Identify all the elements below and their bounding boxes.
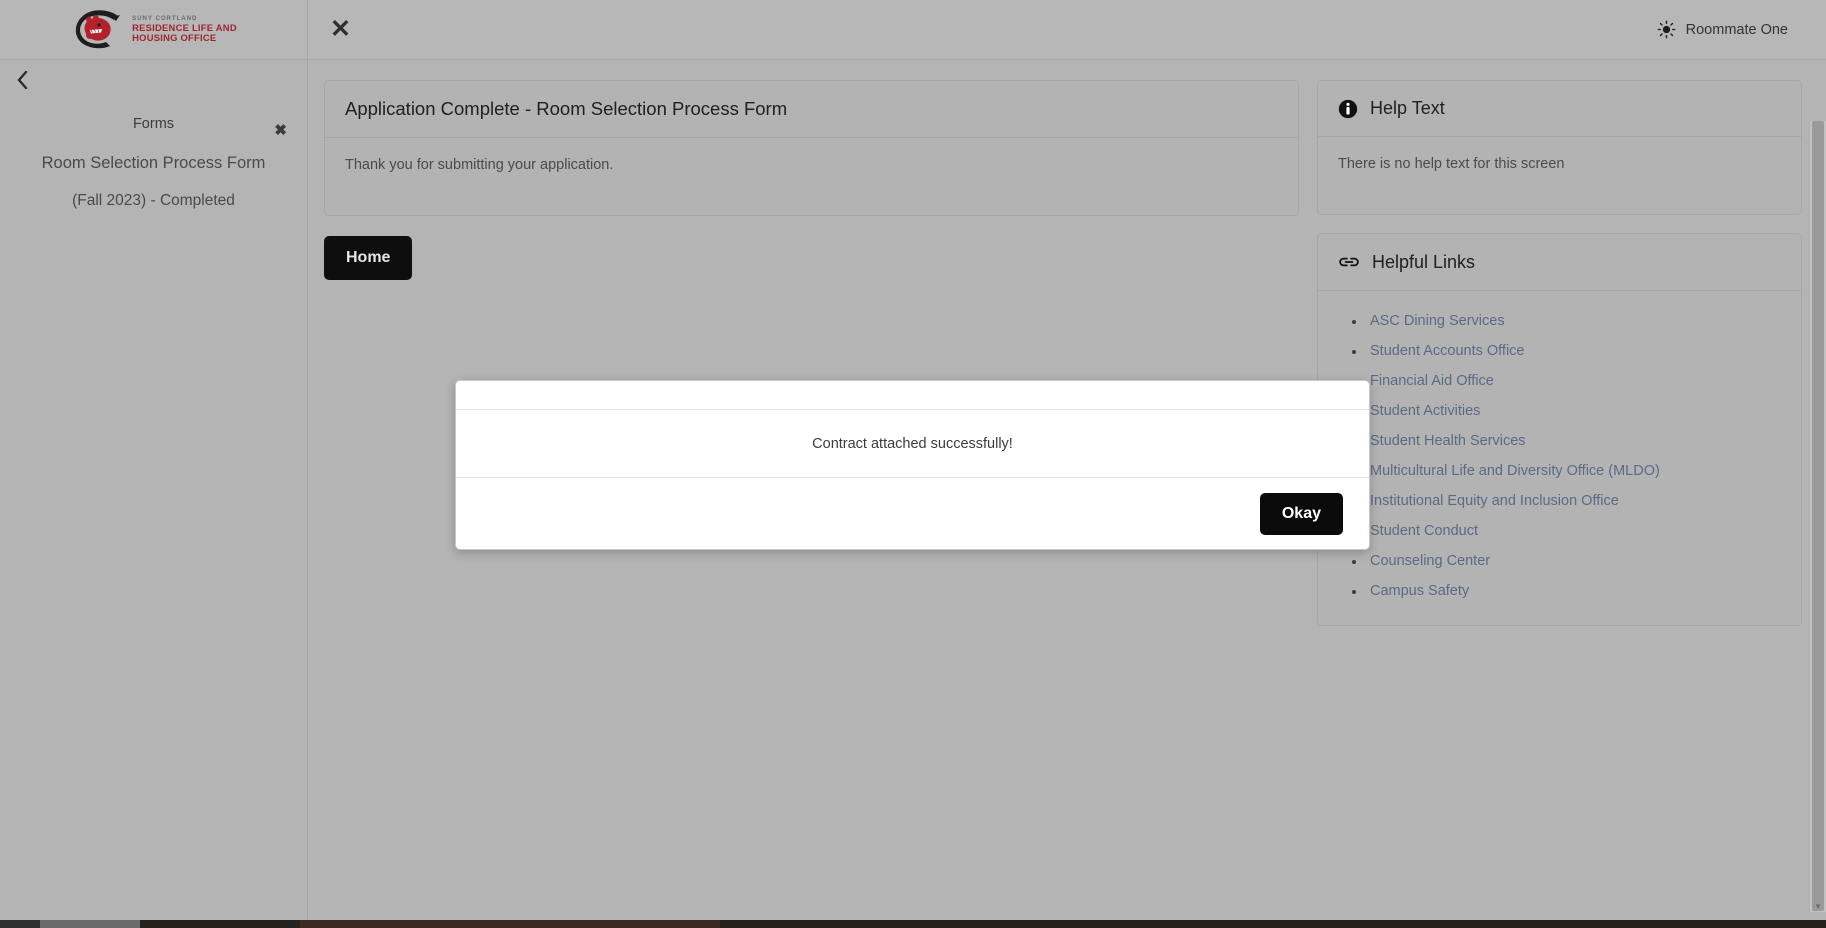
sidebar-heading: Forms bbox=[132, 116, 175, 132]
helpful-link[interactable]: Financial Aid Office bbox=[1370, 373, 1494, 389]
help-text-card-body: There is no help text for this screen bbox=[1318, 137, 1801, 214]
list-item[interactable]: Student Conduct bbox=[1338, 523, 1781, 539]
brand-zone: SUNY CORTLAND RESIDENCE LIFE AND HOUSING… bbox=[0, 0, 308, 59]
sidebar-close-icon[interactable]: ✖ bbox=[274, 121, 287, 139]
helpful-link[interactable]: Student Activities bbox=[1370, 403, 1480, 419]
top-bar: SUNY CORTLAND RESIDENCE LIFE AND HOUSING… bbox=[0, 0, 1826, 60]
link-icon bbox=[1339, 257, 1359, 267]
home-button[interactable]: Home bbox=[324, 236, 413, 280]
logo-wordmark: SUNY CORTLAND RESIDENCE LIFE AND HOUSING… bbox=[132, 15, 237, 43]
application-complete-card-header: Application Complete - Room Selection Pr… bbox=[325, 81, 1298, 138]
application-complete-card-body: Thank you for submitting your applicatio… bbox=[325, 138, 1298, 215]
sidebar: ✖ Forms Room Selection Process Form (Fal… bbox=[0, 60, 308, 920]
taskbar-active-window[interactable] bbox=[40, 920, 140, 928]
helpful-link[interactable]: Student Conduct bbox=[1370, 523, 1478, 539]
list-item[interactable]: Multicultural Life and Diversity Office … bbox=[1338, 463, 1781, 479]
list-item[interactable]: Counseling Center bbox=[1338, 553, 1781, 569]
helpful-link[interactable]: ASC Dining Services bbox=[1370, 313, 1505, 329]
help-text-card-header: Help Text bbox=[1318, 81, 1801, 137]
os-taskbar bbox=[0, 920, 1826, 928]
scrollbar-thumb[interactable] bbox=[1812, 121, 1824, 911]
helpful-links-list: ASC Dining Services Student Accounts Off… bbox=[1338, 313, 1781, 599]
helpful-link[interactable]: Counseling Center bbox=[1370, 553, 1490, 569]
list-item[interactable]: Student Health Services bbox=[1338, 433, 1781, 449]
list-item[interactable]: ASC Dining Services bbox=[1338, 313, 1781, 329]
info-icon bbox=[1338, 99, 1358, 118]
list-item[interactable]: Institutional Equity and Inclusion Offic… bbox=[1338, 493, 1781, 509]
close-icon[interactable]: ✕ bbox=[330, 17, 351, 42]
help-text-title: Help Text bbox=[1370, 98, 1445, 118]
help-text-card: Help Text There is no help text for this… bbox=[1317, 80, 1802, 215]
thank-you-message: Thank you for submitting your applicatio… bbox=[345, 157, 614, 173]
vertical-scrollbar[interactable]: ▾ bbox=[1809, 121, 1826, 912]
sidebar-item-status: (Fall 2023) - Completed bbox=[72, 192, 235, 210]
logo-line-2: HOUSING OFFICE bbox=[132, 31, 217, 43]
taskbar-window-group[interactable] bbox=[300, 920, 720, 928]
list-item[interactable]: Campus Safety bbox=[1338, 583, 1781, 599]
helpful-links-card: Helpful Links ASC Dining Services Studen… bbox=[1317, 233, 1802, 626]
helpful-link[interactable]: Multicultural Life and Diversity Office … bbox=[1370, 463, 1660, 479]
helpful-link[interactable]: Student Health Services bbox=[1370, 433, 1526, 449]
modal-message: Contract attached successfully! bbox=[812, 435, 1013, 452]
confirmation-modal: Contract attached successfully! Okay bbox=[455, 380, 1370, 550]
helpful-link[interactable]: Student Accounts Office bbox=[1370, 343, 1525, 359]
helpful-links-card-header: Helpful Links bbox=[1318, 234, 1801, 291]
chevron-left-icon[interactable] bbox=[17, 71, 28, 89]
helpful-links-title: Helpful Links bbox=[1372, 251, 1476, 272]
site-logo: SUNY CORTLAND RESIDENCE LIFE AND HOUSING… bbox=[70, 9, 237, 50]
taskbar-start-area[interactable] bbox=[0, 920, 40, 928]
okay-button[interactable]: Okay bbox=[1259, 492, 1343, 535]
modal-body: Contract attached successfully! bbox=[456, 410, 1369, 478]
helpful-links-card-body: ASC Dining Services Student Accounts Off… bbox=[1318, 291, 1801, 625]
content-right-column: Help Text There is no help text for this… bbox=[1317, 80, 1802, 920]
sidebar-collapse-button[interactable] bbox=[10, 66, 34, 94]
scrollbar-down-arrow-icon[interactable]: ▾ bbox=[1810, 901, 1826, 911]
help-text-message: There is no help text for this screen bbox=[1338, 156, 1565, 172]
user-menu[interactable]: Roommate One bbox=[1657, 20, 1788, 39]
helpful-link[interactable]: Campus Safety bbox=[1370, 583, 1469, 599]
user-name-label: Roommate One bbox=[1685, 21, 1788, 38]
page-title: Application Complete - Room Selection Pr… bbox=[345, 98, 788, 119]
list-item[interactable]: Financial Aid Office bbox=[1338, 373, 1781, 389]
list-item[interactable]: Student Accounts Office bbox=[1338, 343, 1781, 359]
dragon-head-logo-icon bbox=[75, 9, 121, 48]
helpful-link[interactable]: Institutional Equity and Inclusion Offic… bbox=[1370, 493, 1619, 509]
sun-icon[interactable] bbox=[1657, 20, 1676, 39]
modal-footer: Okay bbox=[456, 478, 1369, 549]
list-item[interactable]: Student Activities bbox=[1338, 403, 1781, 419]
modal-header bbox=[456, 381, 1369, 410]
application-complete-card: Application Complete - Room Selection Pr… bbox=[324, 80, 1299, 216]
sidebar-item-room-selection-process-form[interactable]: Room Selection Process Form bbox=[0, 154, 307, 172]
